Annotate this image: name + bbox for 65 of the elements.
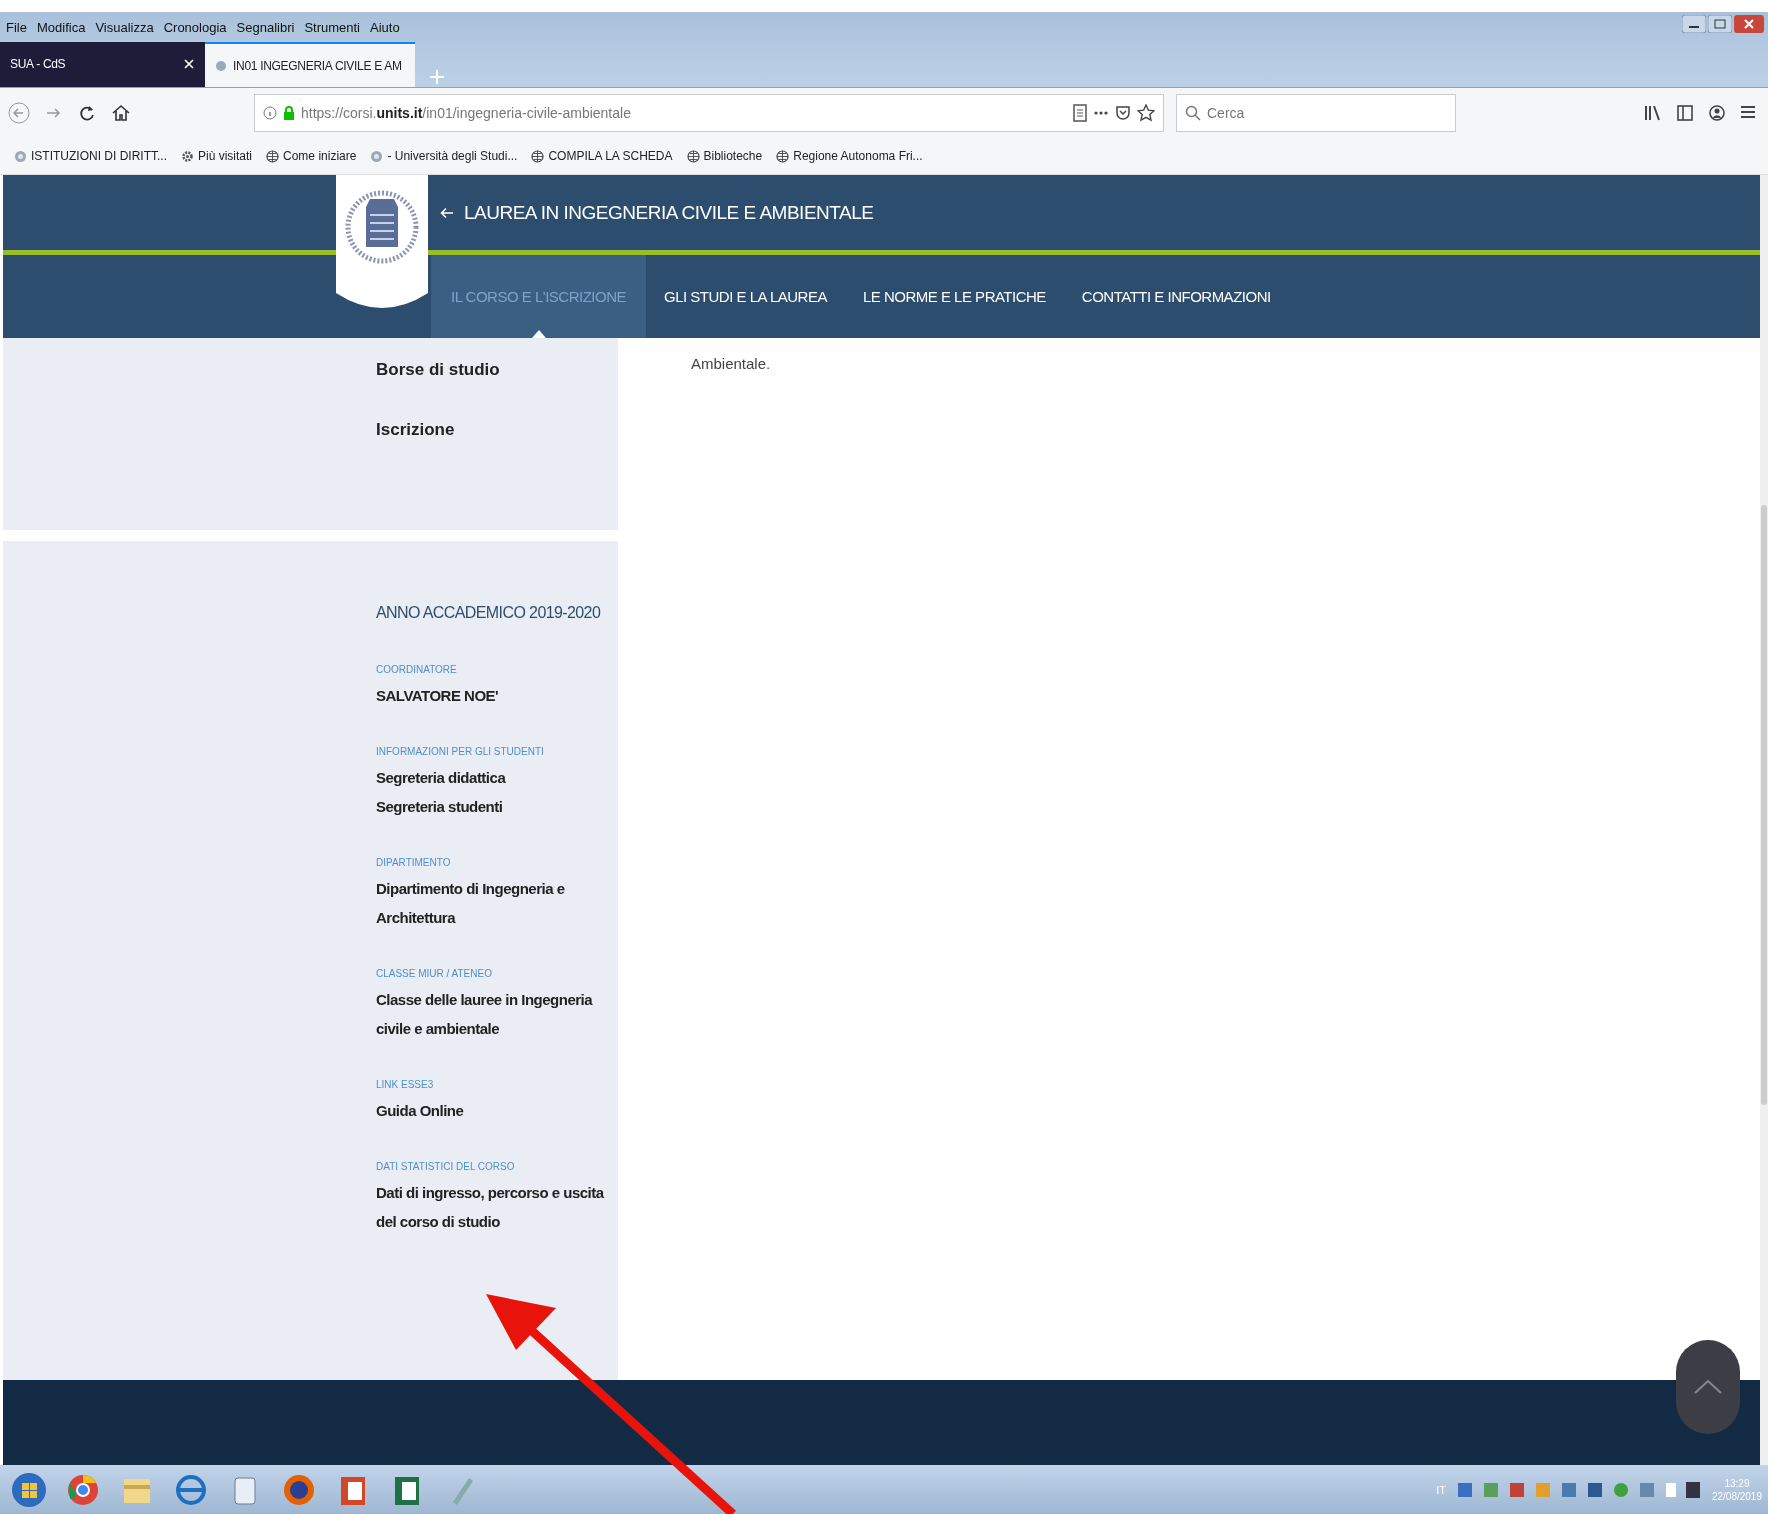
- bookmark-item[interactable]: Più visitati: [181, 149, 253, 163]
- sidebar-icon[interactable]: [1676, 104, 1694, 122]
- info-link[interactable]: Classe delle lauree in Ingegneria civile e ambientale: [376, 985, 612, 1043]
- back-icon[interactable]: [8, 102, 30, 124]
- minimize-icon[interactable]: [1682, 15, 1706, 33]
- site-favicon-icon: [370, 149, 384, 163]
- scrollbar[interactable]: [1760, 175, 1768, 1465]
- bookmark-item[interactable]: Come iniziare: [266, 149, 357, 163]
- close-icon[interactable]: [183, 58, 195, 70]
- back-link[interactable]: LAUREA IN INGEGNERIA CIVILE E AMBIENTALE: [440, 201, 874, 224]
- nav-tab[interactable]: CONTATTI E INFORMAZIONI: [1063, 255, 1289, 338]
- info-icon[interactable]: [263, 106, 277, 120]
- browser-tab[interactable]: SUA - CdS: [0, 41, 205, 87]
- site-favicon-icon: [215, 59, 227, 72]
- globe-icon: [776, 149, 790, 163]
- menu-item[interactable]: Aiuto: [370, 19, 400, 35]
- section-label: LINK ESSE3: [376, 1079, 435, 1090]
- menu-item[interactable]: File: [6, 19, 27, 35]
- info-link[interactable]: Dipartimento di Ingegneria e Architettura: [376, 874, 612, 932]
- browser-tab[interactable]: IN01 INGEGNERIA CIVILE E AM: [205, 41, 415, 87]
- menu-item[interactable]: Visualizza: [95, 19, 154, 35]
- star-icon[interactable]: [1137, 104, 1155, 122]
- info-link[interactable]: Segreteria studenti: [376, 792, 612, 821]
- section-label: DATI STATISTICI DEL CORSO: [376, 1161, 516, 1172]
- info-link[interactable]: Segreteria didattica: [376, 763, 612, 792]
- globe-icon: [266, 149, 280, 163]
- bookmark-item[interactable]: Biblioteche: [686, 149, 763, 163]
- more-icon[interactable]: [1093, 110, 1109, 116]
- search-field[interactable]: Cerca: [1176, 94, 1456, 132]
- reader-view-icon[interactable]: [1073, 104, 1087, 122]
- library-icon[interactable]: [1644, 104, 1662, 122]
- menu-icon[interactable]: [1740, 104, 1756, 120]
- bookmark-item[interactable]: Regione Autonoma Fri...: [776, 149, 923, 163]
- bookmark-item[interactable]: - Università degli Studi...: [370, 149, 518, 163]
- pointer-icon: [531, 330, 546, 338]
- nav-tab[interactable]: LE NORME E LE PRATICHE: [844, 255, 1064, 338]
- bookmark-item[interactable]: ISTITUZIONI DI DIRITT...: [14, 149, 167, 163]
- menu-item[interactable]: Cronologia: [163, 19, 227, 35]
- body-text: Ambientale.: [691, 355, 772, 372]
- padlock-icon: [283, 106, 295, 120]
- account-icon[interactable]: [1708, 104, 1726, 122]
- sidebar-link[interactable]: Iscrizione: [376, 420, 618, 440]
- info-link[interactable]: Dati di ingresso, percorso e uscita del corso di studio: [376, 1178, 612, 1236]
- menu-item[interactable]: Segnalibri: [236, 19, 295, 35]
- globe-icon: [686, 149, 700, 163]
- bookmark-item[interactable]: COMPILA LA SCHEDA: [531, 149, 673, 163]
- home-icon[interactable]: [110, 102, 132, 124]
- nav-tab[interactable]: GLI STUDI E LA LAUREA: [646, 255, 845, 338]
- academic-year-heading: ANNO ACCADEMICO 2019-2020: [376, 604, 601, 622]
- menu-item[interactable]: Modifica: [36, 19, 86, 35]
- chevron-up-icon: [1693, 1379, 1723, 1395]
- sidebar-link[interactable]: Borse di studio: [376, 360, 618, 380]
- info-link[interactable]: Guida Online: [376, 1096, 612, 1125]
- section-label: INFORMAZIONI PER GLI STUDENTI: [376, 746, 545, 757]
- section-label: CLASSE MIUR / ATENEO: [376, 968, 493, 979]
- gear-icon: [181, 149, 194, 163]
- globe-icon: [531, 149, 545, 163]
- address-bar[interactable]: https://corsi.units.it/in01/ingegneria-civile-ambientale: [254, 94, 1164, 132]
- info-link[interactable]: SALVATORE NOE': [376, 681, 612, 710]
- menu-item[interactable]: Strumenti: [304, 19, 360, 35]
- section-label: DIPARTIMENTO: [376, 857, 452, 868]
- back-arrow-icon: [440, 206, 454, 219]
- scroll-thumb[interactable]: [1761, 505, 1767, 1105]
- site-favicon-icon: [14, 149, 27, 163]
- section-label: COORDINATORE: [376, 664, 458, 675]
